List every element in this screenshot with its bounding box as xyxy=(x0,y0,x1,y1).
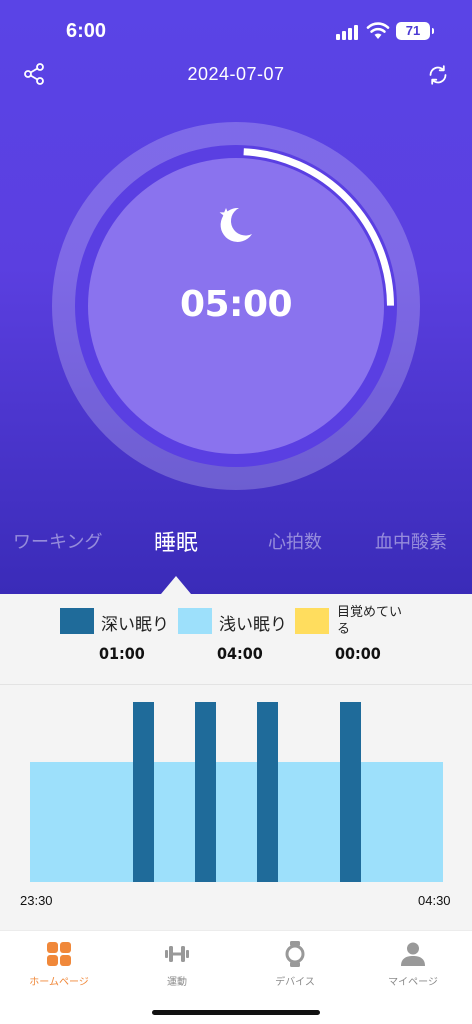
light-sleep-swatch xyxy=(178,608,212,634)
light-sleep-value: 04:00 xyxy=(217,644,263,663)
sleep-chart-plot xyxy=(30,702,443,882)
deep-sleep-bar xyxy=(340,702,361,882)
chart-start-label: 23:30 xyxy=(20,893,53,908)
awake-swatch xyxy=(295,608,329,634)
deep-sleep-value: 01:00 xyxy=(99,644,145,663)
wifi-icon xyxy=(366,22,390,39)
deep-sleep-label: 深い眠り xyxy=(101,615,169,635)
awake-value: 00:00 xyxy=(335,644,381,663)
deep-sleep-swatch xyxy=(60,608,94,634)
chart-end-label: 04:30 xyxy=(418,893,451,908)
status-bar: 6:00 71 xyxy=(0,0,472,60)
tab-walking[interactable]: ワーキング xyxy=(13,528,102,554)
nav-mypage-label: マイページ xyxy=(388,977,438,988)
date-title[interactable]: 2024-07-07 xyxy=(0,64,472,85)
sleep-duration: 05:00 xyxy=(179,284,293,325)
nav-home-label: ホームページ xyxy=(29,977,89,988)
light-sleep-label: 浅い眠り xyxy=(219,615,287,635)
nav-device-label: デバイス xyxy=(275,977,315,988)
cellular-signal-icon xyxy=(336,24,360,40)
tab-blood-oxygen[interactable]: 血中酸素 xyxy=(375,528,447,554)
tab-heart-rate[interactable]: 心拍数 xyxy=(268,528,322,554)
metric-tabs: ワーキング 睡眠 心拍数 血中酸素 xyxy=(0,528,472,564)
battery-icon: 71 xyxy=(396,22,434,40)
tab-pointer xyxy=(161,576,191,594)
awake-label: 目覚めている xyxy=(337,605,403,637)
hero-panel: 6:00 71 2024-07-07 05:00 ワーキング 睡眠 心拍数 血中… xyxy=(0,0,472,594)
watch-icon xyxy=(285,941,305,967)
status-time: 6:00 xyxy=(66,20,107,42)
deep-sleep-bar xyxy=(133,702,154,882)
nav-mypage[interactable]: マイページ xyxy=(354,941,472,988)
nav-home[interactable]: ホームページ xyxy=(0,941,118,988)
sleep-chart: 23:30 04:30 xyxy=(0,685,472,930)
person-icon xyxy=(401,942,425,966)
nav-exercise-label: 運動 xyxy=(167,977,187,988)
home-grid-icon xyxy=(47,942,71,966)
home-indicator xyxy=(152,1010,320,1015)
sleep-legend: 深い眠り 01:00 浅い眠り 04:00 目覚めている 00:00 xyxy=(0,594,472,684)
nav-exercise[interactable]: 運動 xyxy=(118,941,236,988)
deep-sleep-bar xyxy=(257,702,278,882)
nav-device[interactable]: デバイス xyxy=(236,941,354,988)
refresh-icon[interactable] xyxy=(426,63,450,87)
light-sleep-block xyxy=(30,762,443,882)
tab-sleep[interactable]: 睡眠 xyxy=(154,525,198,557)
deep-sleep-bar xyxy=(195,702,216,882)
dumbbell-icon xyxy=(165,946,189,962)
